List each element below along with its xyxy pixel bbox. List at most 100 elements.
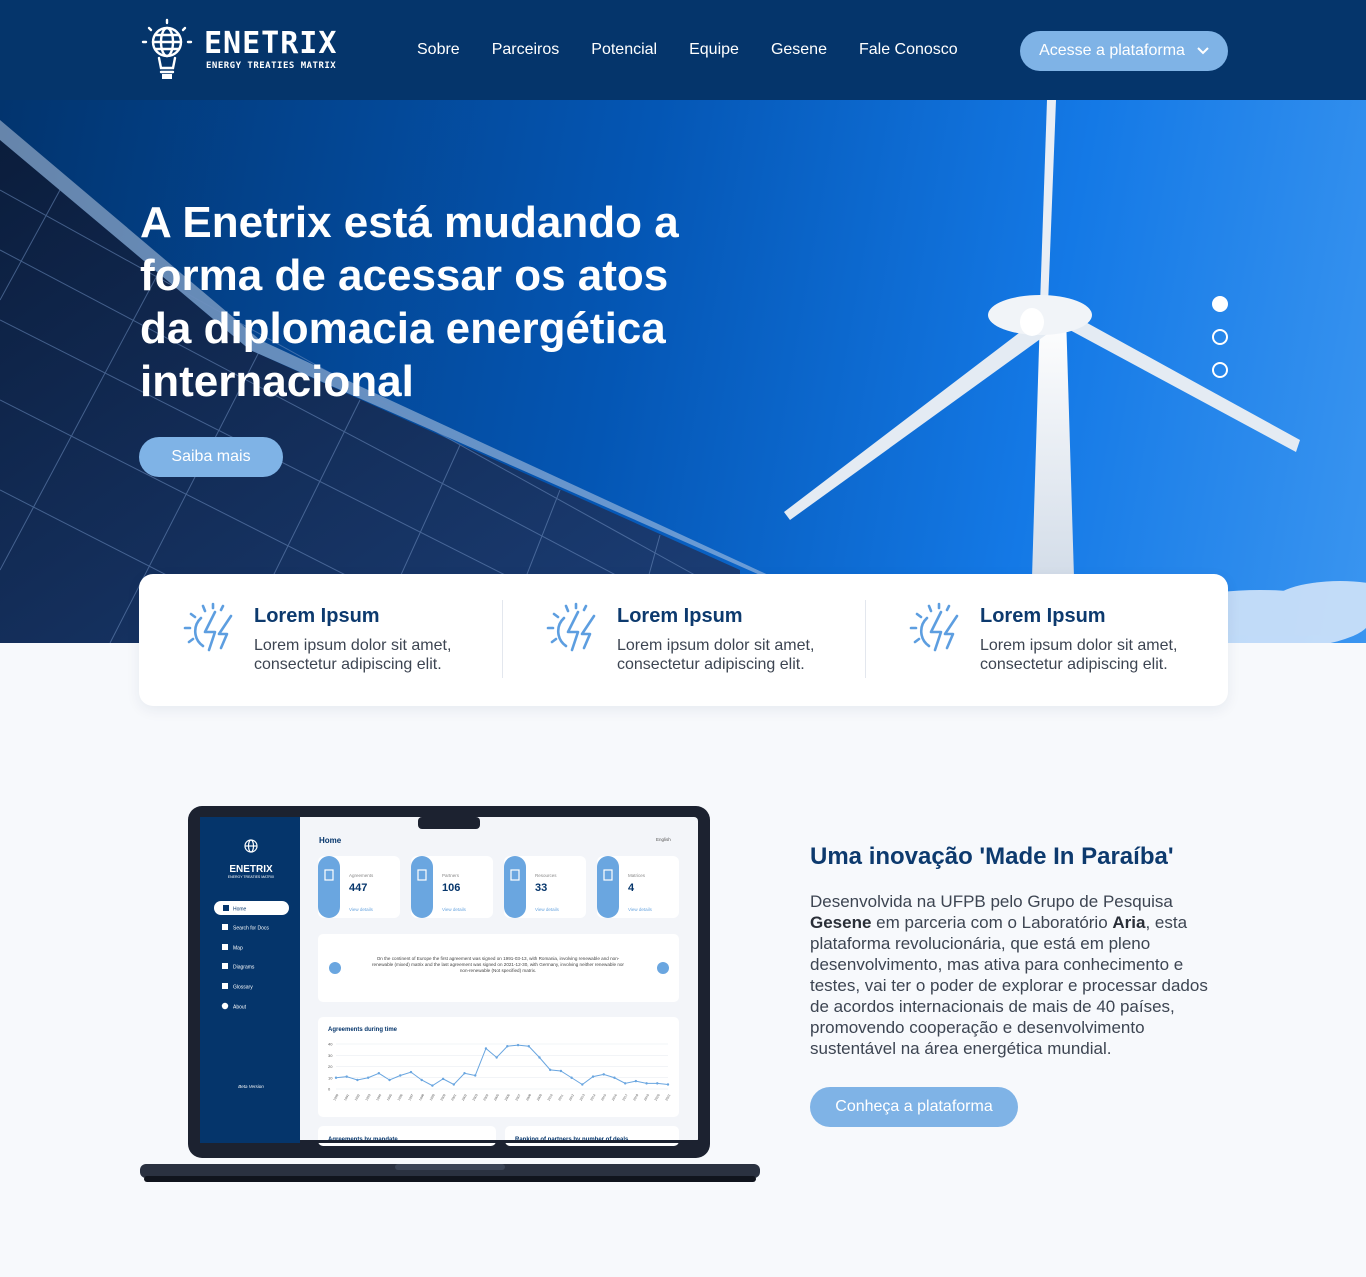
feature-item: Lorem Ipsum Lorem ipsum dolor sit amet, … [502,574,865,706]
conheca-plataforma-button[interactable]: Conheça a plataforma [810,1087,1018,1127]
aria-highlight: Aria [1112,913,1146,932]
section-title: Uma inovação 'Made In Paraíba' [810,843,1174,870]
chart-point [634,1079,638,1083]
chart-point [570,1076,573,1079]
chart-point [559,1069,563,1073]
chart-point [388,1078,391,1082]
chart-point [666,1083,670,1086]
carousel-dot-2[interactable] [1212,329,1228,345]
screen-menu-glossary: Glossary [233,985,253,991]
chart-point [377,1072,381,1075]
screen-brand: ENETRIX [229,864,273,875]
svg-text:4: 4 [628,882,635,894]
logo-wordmark: ENETRIX [204,26,338,61]
svg-text:Partners: Partners [442,873,460,878]
nav-link-gesene[interactable]: Gesene [771,41,827,59]
screen-menu-home: Home [233,907,247,913]
gesene-highlight: Gesene [810,913,872,932]
nav-link-fale-conosco[interactable]: Fale Conosco [859,41,958,59]
screen-menu-diagrams: Diagrams [233,965,255,971]
screen-language: English [656,837,671,842]
screen-brand-sub: ENERGY TREATIES MATRIX [228,875,275,879]
svg-text:View details: View details [349,907,374,912]
nav-link-equipe[interactable]: Equipe [689,41,739,59]
main-nav: Sobre Parceiros Potencial Equipe Gesene … [417,41,958,59]
chart-ytick: 10 [328,1075,333,1080]
energy-bolt-icon [183,602,233,652]
screen-version: Beta Version [238,1084,264,1089]
carousel-indicators [1212,296,1228,395]
chart-point [441,1077,445,1081]
screen-menu-search: Search for Docs [233,926,269,932]
chart-ytick: 40 [328,1042,333,1047]
svg-text:View details: View details [535,907,560,912]
hero-headline: A Enetrix está mudando a forma de acessa… [140,198,679,406]
screen-menu-map: Map [233,946,243,952]
svg-text:Resources: Resources [535,873,557,878]
screen-menu-about: About [233,1005,247,1011]
chart-point [538,1056,541,1059]
svg-text:View details: View details [442,907,467,912]
svg-text:447: 447 [349,882,367,894]
hero-banner: A Enetrix está mudando a forma de acessa… [0,100,1366,643]
saiba-mais-button[interactable]: Saiba mais [139,437,283,477]
chart-point [602,1073,605,1076]
screen-chart-title: Agreements during time [328,1027,398,1033]
feature-title: Lorem Ipsum [980,605,1106,627]
chart-point [516,1043,520,1047]
chart-point [366,1076,370,1079]
chart-point [409,1070,413,1074]
chart-point [474,1074,477,1077]
nav-link-sobre[interactable]: Sobre [417,41,460,59]
logo-tagline: ENERGY TREATIES MATRIX [206,61,337,71]
feature-item: Lorem Ipsum Lorem ipsum dolor sit amet, … [865,574,1228,706]
screen-page-title: Home [319,836,342,845]
nav-link-parceiros[interactable]: Parceiros [492,41,560,59]
chart-point [495,1056,498,1059]
chart-point [623,1082,627,1085]
feature-item: Lorem Ipsum Lorem ipsum dolor sit amet, … [139,574,502,706]
chart-point [656,1082,659,1085]
feature-title: Lorem Ipsum [254,605,380,627]
access-platform-button[interactable]: Acesse a plataforma [1020,31,1228,71]
chart-point [463,1072,466,1075]
feature-text: Lorem ipsum dolor sit amet, consectetur … [254,637,452,673]
energy-bolt-icon [909,602,959,652]
svg-text:Matrices: Matrices [628,873,646,878]
site-header: ENETRIX ENERGY TREATIES MATRIX Sobre Par… [0,0,1366,100]
laptop-mockup: ENETRIX ENERGY TREATIES MATRIX Home Sear… [140,806,760,1182]
chart-point [356,1078,359,1082]
chart-point [506,1045,509,1048]
feature-title: Lorem Ipsum [617,605,743,627]
chart-point [484,1047,488,1050]
enetrix-logo[interactable]: ENETRIX ENERGY TREATIES MATRIX [140,18,340,82]
chart-ytick: 20 [328,1064,333,1069]
chart-point [613,1076,616,1079]
svg-text:33: 33 [535,882,547,894]
energy-bolt-icon [546,602,596,652]
feature-text: Lorem ipsum dolor sit amet, consectetur … [617,637,815,673]
chart-point [591,1075,595,1078]
chart-point [345,1075,348,1078]
carousel-dot-3[interactable] [1212,362,1228,378]
chart-point [527,1045,530,1048]
chart-point [581,1083,584,1086]
chart-point [420,1078,423,1082]
chart-point [431,1084,434,1087]
chart-point [334,1076,338,1079]
svg-text:View details: View details [628,907,653,912]
chart-point [452,1083,456,1086]
svg-text:106: 106 [442,882,460,894]
nav-link-potencial[interactable]: Potencial [591,41,657,59]
chart-point [399,1074,402,1077]
features-card: Lorem Ipsum Lorem ipsum dolor sit amet, … [139,574,1228,706]
chevron-down-icon [1197,47,1209,55]
svg-text:Agreements: Agreements [349,873,374,878]
feature-text: Lorem ipsum dolor sit amet, consectetur … [980,637,1178,673]
carousel-dot-1[interactable] [1212,296,1228,312]
access-platform-label: Acesse a plataforma [1039,42,1185,59]
chart-point [645,1082,648,1085]
screen-carousel-text: On the continent of Europe the first agr… [372,956,624,973]
section-description: Desenvolvida na UFPB pelo Grupo de Pesqu… [810,892,1208,1058]
lightbulb-globe-icon [141,18,193,79]
